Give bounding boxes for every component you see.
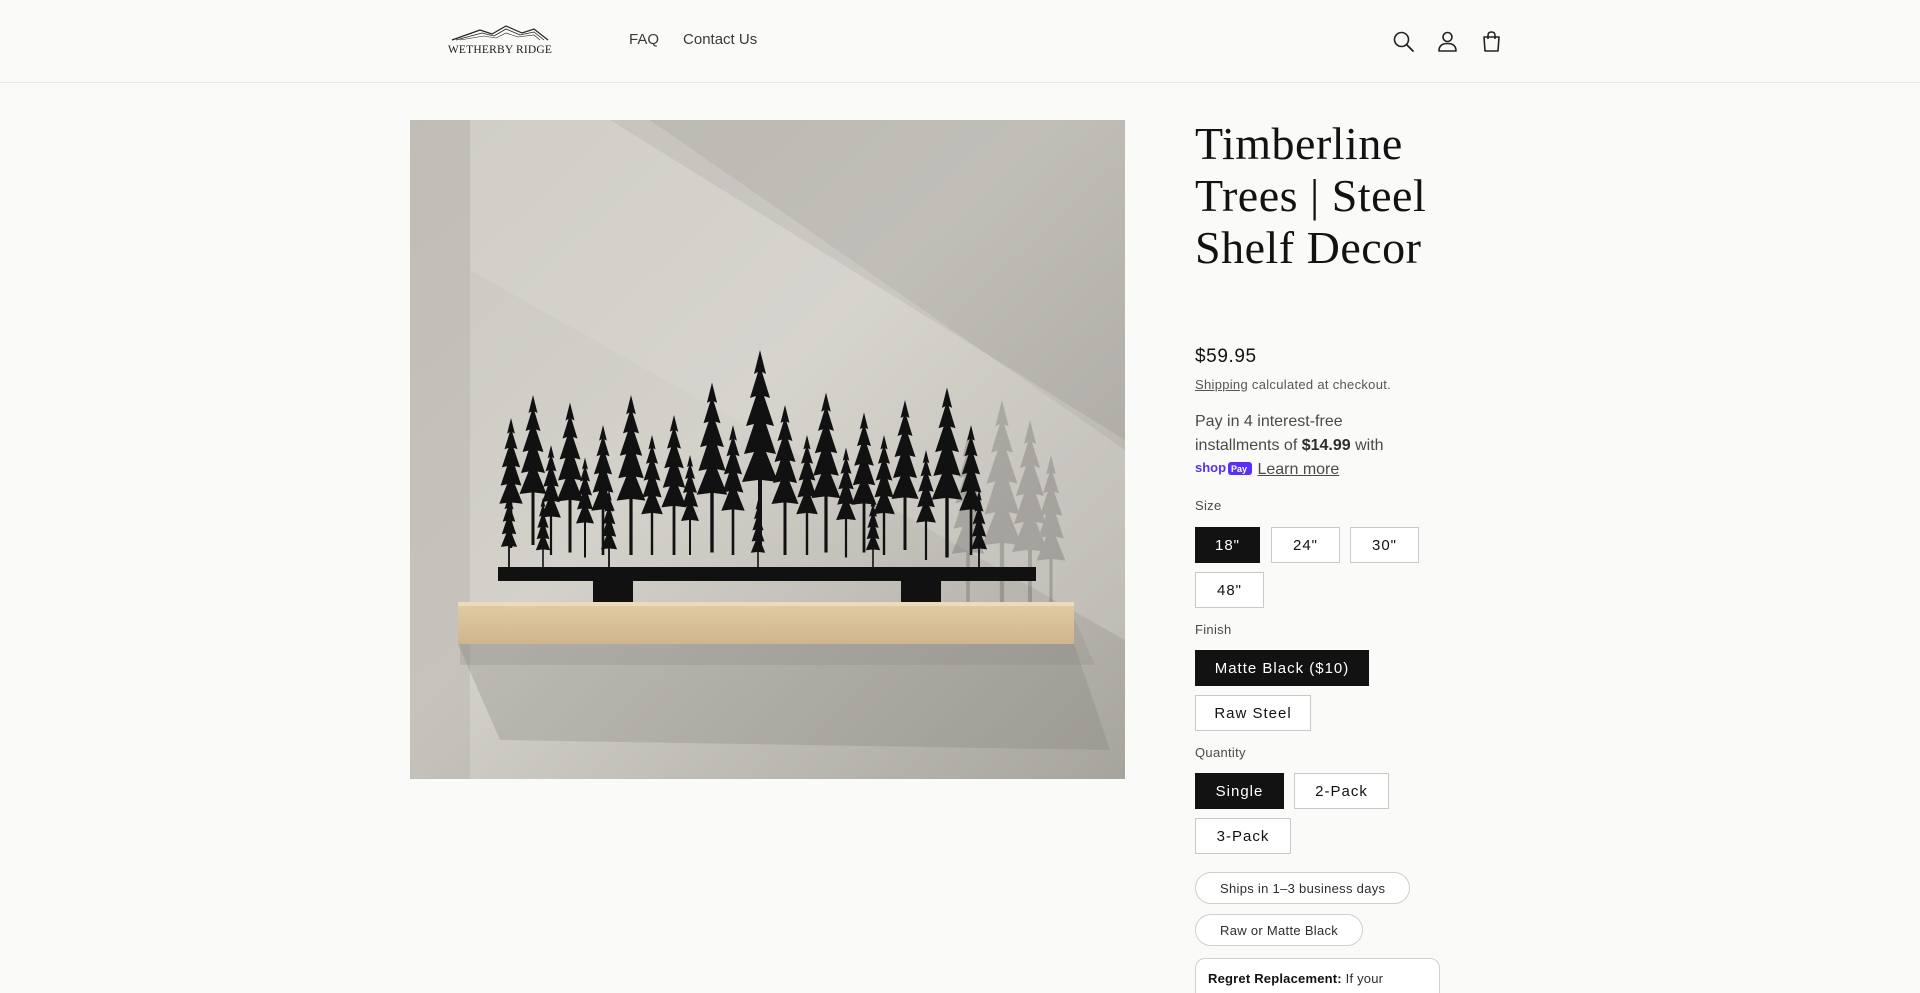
product-info: Timberline Trees | Steel Shelf Decor $59… xyxy=(1195,118,1455,993)
shelf-trees-illustration xyxy=(410,120,1125,779)
product-image[interactable] xyxy=(410,120,1125,779)
header-icons xyxy=(1392,30,1503,53)
size-option-18[interactable]: 18" xyxy=(1195,527,1260,563)
logo[interactable]: WETHERBY RIDGE xyxy=(444,24,556,58)
shipping-link[interactable]: Shipping xyxy=(1195,377,1248,392)
size-label: Size xyxy=(1195,498,1222,513)
quantity-option-single[interactable]: Single xyxy=(1195,773,1284,809)
quantity-option-3-pack[interactable]: 3-Pack xyxy=(1195,818,1291,854)
size-option-24[interactable]: 24" xyxy=(1271,527,1340,563)
shipping-text: calculated at checkout. xyxy=(1248,377,1392,392)
finish-option-matte-black[interactable]: Matte Black ($10) xyxy=(1195,650,1369,686)
svg-text:Pay: Pay xyxy=(1231,464,1247,474)
search-icon[interactable] xyxy=(1392,30,1415,53)
nav-faq[interactable]: FAQ xyxy=(629,31,659,48)
quantity-option-2-pack[interactable]: 2-Pack xyxy=(1294,773,1389,809)
regret-text: If your xyxy=(1341,971,1384,986)
shoppay-text-after: with xyxy=(1350,437,1384,454)
regret-replacement-card: Regret Replacement: If your xyxy=(1195,958,1440,993)
tag-shipping-time: Ships in 1–3 business days xyxy=(1195,872,1411,904)
svg-text:shop: shop xyxy=(1195,460,1226,475)
shoppay-installments: Pay in 4 interest-free installments of $… xyxy=(1195,410,1425,484)
size-option-48[interactable]: 48" xyxy=(1195,572,1264,608)
account-icon[interactable] xyxy=(1436,30,1459,53)
finish-option-raw-steel[interactable]: Raw Steel xyxy=(1195,695,1311,731)
quantity-label: Quantity xyxy=(1195,745,1246,760)
shoppay-amount: $14.99 xyxy=(1301,437,1351,454)
tag-finish-options: Raw or Matte Black xyxy=(1195,914,1364,946)
shipping-note: Shipping calculated at checkout. xyxy=(1195,377,1391,392)
product-title: Timberline Trees | Steel Shelf Decor xyxy=(1195,118,1427,273)
logo-text: WETHERBY RIDGE xyxy=(447,44,553,56)
site-header: WETHERBY RIDGE FAQ Contact Us xyxy=(0,0,1920,83)
regret-title: Regret Replacement: xyxy=(1208,971,1342,986)
mountain-logo-icon xyxy=(451,25,549,41)
cart-icon[interactable] xyxy=(1480,30,1503,53)
shoppay-logo-icon: shop Pay xyxy=(1195,460,1253,484)
size-option-30[interactable]: 30" xyxy=(1350,527,1419,563)
learn-more-link[interactable]: Learn more xyxy=(1257,461,1339,478)
product-price: $59.95 xyxy=(1195,346,1257,367)
finish-label: Finish xyxy=(1195,622,1232,637)
nav-contact-us[interactable]: Contact Us xyxy=(683,31,757,48)
main-nav: FAQ Contact Us xyxy=(629,31,757,48)
